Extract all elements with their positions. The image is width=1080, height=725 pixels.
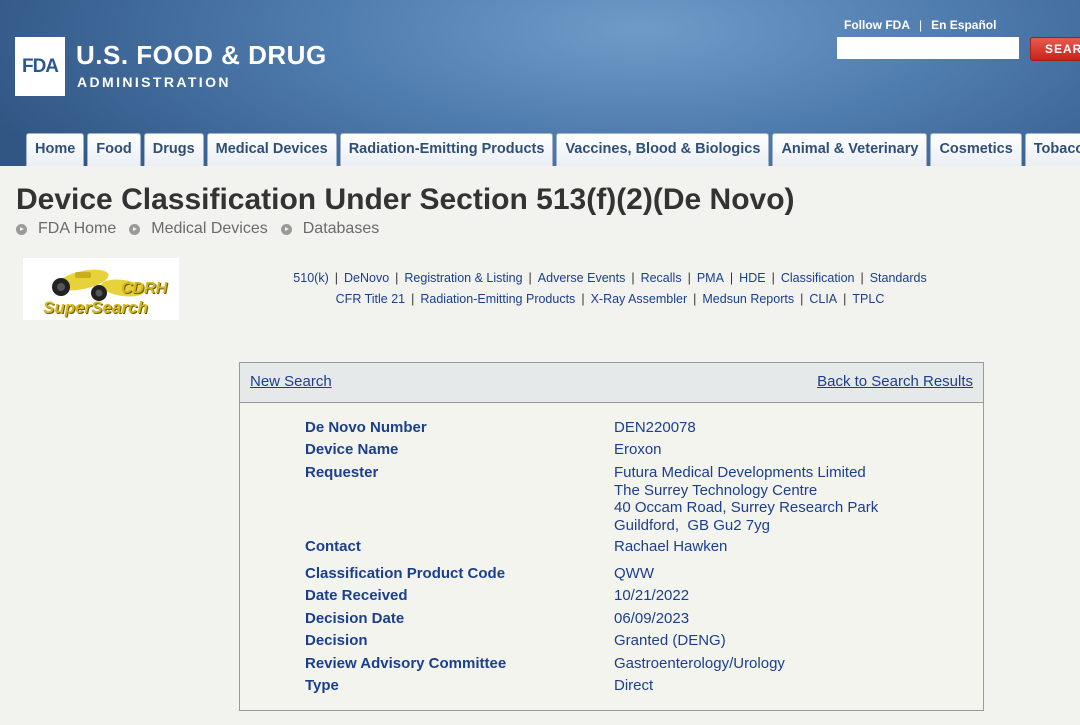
- field-label-classification-product-code: Classification Product Code: [305, 565, 506, 582]
- fda-logo-text: FDA: [21, 55, 59, 77]
- result-panel-toolbar: New Search Back to Search Results: [240, 363, 983, 403]
- quick-links-row-2: CFR Title 21 | Radiation-Emitting Products…: [210, 292, 1010, 306]
- breadcrumb: FDA Home Medical Devices Databases: [16, 220, 392, 238]
- quick-link-x-ray-assembler[interactable]: X-Ray Assembler: [591, 292, 688, 306]
- nav-tab-radiation-emitting-products[interactable]: Radiation-Emitting Products: [339, 133, 554, 166]
- quick-link-separator: |: [528, 271, 532, 285]
- quick-link-separator: |: [843, 292, 847, 306]
- requester-line: 40 Occam Road, Surrey Research Park: [614, 499, 879, 516]
- nav-tab-medical-devices[interactable]: Medical Devices: [206, 133, 337, 166]
- field-label-decision-date: Decision Date: [305, 610, 405, 627]
- quick-link-separator: |: [631, 271, 635, 285]
- quick-link-separator: |: [581, 292, 585, 306]
- quick-link-separator: |: [395, 271, 399, 285]
- quick-links-row-1: 510(k) | DeNovo | Registration & Listing | Adv…: [210, 271, 1010, 285]
- nav-tab-food[interactable]: Food: [87, 133, 141, 166]
- en-espanol-link[interactable]: En Español: [931, 18, 996, 32]
- quick-link-separator: |: [860, 271, 864, 285]
- quick-link-separator: |: [687, 271, 691, 285]
- nav-tab-cosmetics[interactable]: Cosmetics: [930, 133, 1022, 166]
- breadcrumb-arrow-icon: [16, 223, 27, 235]
- breadcrumb-databases[interactable]: Databases: [303, 220, 380, 238]
- quick-link-cfr-title-21[interactable]: CFR Title 21: [336, 292, 405, 306]
- requester-line: Futura Medical Developments Limited: [614, 464, 866, 481]
- agency-name[interactable]: U.S. FOOD & DRUG: [76, 40, 327, 71]
- quick-link-hde[interactable]: HDE: [739, 271, 765, 285]
- field-label-decision: Decision: [305, 632, 368, 649]
- nav-tab-drugs[interactable]: Drugs: [143, 133, 204, 166]
- field-value-decision: Granted (DENG): [614, 632, 726, 649]
- site-header: FDA U.S. FOOD & DRUG ADMINISTRATION Foll…: [0, 0, 1080, 166]
- requester-line: Guildford, GB Gu2 7yg: [614, 516, 770, 534]
- field-label-date-received: Date Received: [305, 587, 408, 604]
- requester-line: The Surrey Technology Centre: [614, 481, 818, 499]
- quick-link-separator: |: [693, 292, 697, 306]
- quick-link-separator: |: [334, 271, 338, 285]
- nav-tab-animal-veterinary[interactable]: Animal & Veterinary: [772, 133, 928, 166]
- breadcrumb-arrow-icon: [129, 223, 141, 235]
- field-value-review-advisory-committee: Gastroenterology/Urology: [614, 655, 785, 672]
- quick-link-medsun-reports[interactable]: Medsun Reports: [702, 292, 794, 306]
- main-nav: Home Food Drugs Medical Devices Radiatio…: [26, 133, 1080, 166]
- quick-link-510k[interactable]: 510(k): [293, 271, 328, 285]
- field-label-contact: Contact: [305, 538, 361, 555]
- fda-logo[interactable]: FDA: [15, 37, 65, 96]
- back-to-search-results-link[interactable]: Back to Search Results: [817, 373, 973, 390]
- page-title: Device Classification Under Section 513(…: [16, 183, 795, 216]
- quick-link-registration-listing[interactable]: Registration & Listing: [404, 271, 522, 285]
- breadcrumb-arrow-icon: [280, 223, 292, 235]
- site-search-button[interactable]: SEARCH: [1030, 37, 1080, 61]
- quick-link-separator: |: [800, 292, 804, 306]
- utility-links: Follow FDA | En Español: [844, 18, 996, 32]
- utility-separator: |: [919, 18, 923, 32]
- field-label-device-name: Device Name: [305, 441, 399, 458]
- quick-link-classification[interactable]: Classification: [781, 271, 855, 285]
- quick-link-recalls[interactable]: Recalls: [641, 271, 682, 285]
- supersearch-logo-text: SuperSearch: [43, 298, 148, 317]
- field-value-type: Direct: [614, 677, 654, 694]
- site-search-input[interactable]: [837, 37, 1019, 59]
- field-label-requester: Requester: [305, 464, 379, 481]
- quick-link-separator: |: [411, 292, 415, 306]
- nav-tab-vaccines-blood-biologics[interactable]: Vaccines, Blood & Biologics: [556, 133, 770, 166]
- field-value-date-received: 10/21/2022: [614, 587, 690, 604]
- field-value-decision-date: 06/09/2023: [614, 610, 690, 627]
- nav-tab-tobacco-products[interactable]: Tobacco Products: [1024, 133, 1080, 166]
- quick-link-radiation-emitting-products[interactable]: Radiation-Emitting Products: [420, 292, 575, 306]
- new-search-link[interactable]: New Search: [250, 373, 332, 390]
- agency-subname: ADMINISTRATION: [77, 74, 231, 90]
- quick-link-pma[interactable]: PMA: [697, 271, 724, 285]
- quick-link-standards[interactable]: Standards: [870, 271, 927, 285]
- breadcrumb-medical-devices[interactable]: Medical Devices: [151, 220, 267, 238]
- field-value-contact: Rachael Hawken: [614, 538, 728, 555]
- nav-tab-home[interactable]: Home: [26, 133, 85, 166]
- cdrh-logo-text: CDRH: [121, 280, 168, 297]
- cdrh-supersearch-logo[interactable]: CDRH SuperSearch: [23, 258, 179, 320]
- field-label-de-novo-number: De Novo Number: [305, 419, 427, 436]
- quick-link-adverse-events[interactable]: Adverse Events: [538, 271, 626, 285]
- quick-link-denovo[interactable]: DeNovo: [344, 271, 389, 285]
- follow-fda-link[interactable]: Follow FDA: [844, 18, 910, 32]
- field-value-classification-product-code[interactable]: QWW: [614, 565, 654, 583]
- quick-link-separator: |: [729, 271, 734, 285]
- field-label-type: Type: [305, 677, 339, 694]
- field-label-review-advisory-committee: Review Advisory Committee: [305, 655, 507, 672]
- field-value-requester: Futura Medical Developments Limited The …: [614, 464, 878, 534]
- field-value-device-name: Eroxon: [614, 441, 662, 458]
- breadcrumb-fda-home[interactable]: FDA Home: [38, 220, 116, 238]
- field-value-de-novo-number: DEN220078: [614, 419, 696, 436]
- quick-link-tplc[interactable]: TPLC: [852, 292, 884, 306]
- quick-link-separator: |: [771, 271, 775, 285]
- quick-link-clia[interactable]: CLIA: [809, 292, 837, 306]
- result-panel: New Search Back to Search Results De Nov…: [239, 362, 984, 711]
